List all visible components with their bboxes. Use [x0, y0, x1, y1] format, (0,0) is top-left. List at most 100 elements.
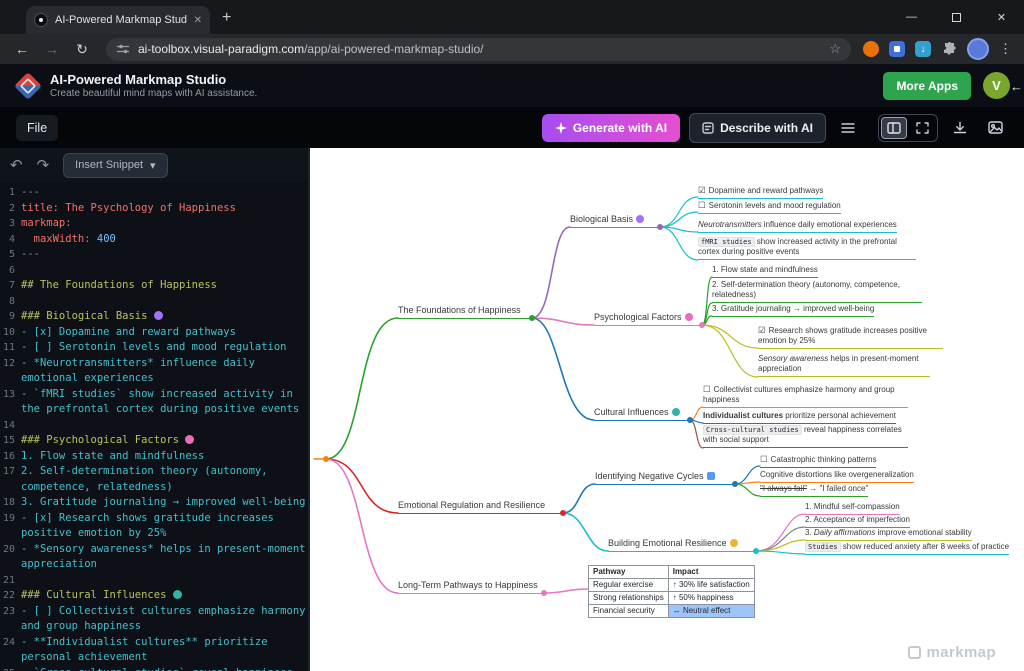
- editor-line[interactable]: 5---: [0, 247, 308, 263]
- extension-icon-orange[interactable]: [863, 41, 879, 57]
- map-leaf-serotonin[interactable]: ☐Serotonin levels and mood regulation: [698, 200, 841, 214]
- editor-line[interactable]: 25- `Cross-cultural studies` reveal happ…: [0, 666, 308, 671]
- editor-line[interactable]: 10- [x] Dopamine and reward pathways: [0, 325, 308, 341]
- editor-line[interactable]: 12- *Neurotransmitters* influence daily …: [0, 356, 308, 387]
- map-node-cultural-influences[interactable]: Cultural Influences: [594, 407, 690, 421]
- url-text[interactable]: ai-toolbox.visual-paradigm.com/app/ai-po…: [138, 42, 821, 56]
- map-leaf-fmri[interactable]: fMRI studies show increased activity in …: [698, 237, 916, 260]
- mindmap-panel[interactable]: The Foundations of Happiness Emotional R…: [310, 148, 1024, 671]
- map-leaf-dopamine[interactable]: ☑Dopamine and reward pathways: [698, 185, 823, 199]
- generate-with-ai-button[interactable]: Generate with AI: [542, 114, 680, 142]
- back-button[interactable]: ←: [10, 37, 34, 61]
- map-leaf-flow[interactable]: 1. Flow state and mindfulness: [712, 265, 818, 278]
- fullscreen-button[interactable]: [909, 117, 935, 139]
- map-leaf-self-determination[interactable]: 2. Self-determination theory (autonomy, …: [712, 280, 922, 303]
- file-menu-button[interactable]: File: [16, 115, 58, 141]
- maximize-icon: [952, 13, 961, 22]
- editor-line[interactable]: 9### Biological Basis: [0, 309, 308, 325]
- editor-line[interactable]: 161. Flow state and mindfulness: [0, 449, 308, 465]
- site-settings-icon[interactable]: [116, 42, 130, 56]
- map-node-foundations[interactable]: The Foundations of Happiness: [398, 305, 532, 319]
- browser-tab[interactable]: AI-Powered Markmap Studio ✕: [26, 6, 210, 34]
- leaf-text: Dopamine and reward pathways: [709, 186, 824, 195]
- map-leaf-affirmations[interactable]: 3. Daily affirmations improve emotional …: [805, 528, 972, 541]
- more-apps-button[interactable]: More Apps: [883, 72, 971, 100]
- editor-line[interactable]: 21: [0, 573, 308, 589]
- user-avatar[interactable]: V: [983, 72, 1010, 99]
- browser-menu-icon[interactable]: ⋮: [999, 41, 1012, 57]
- download-button[interactable]: [947, 116, 973, 140]
- extensions-puzzle-icon[interactable]: [941, 41, 957, 57]
- new-tab-button[interactable]: +: [222, 9, 231, 27]
- map-leaf-neurotransmitters[interactable]: Neurotransmitters influence daily emotio…: [698, 220, 897, 233]
- checkbox-checked-icon[interactable]: ☑: [698, 185, 706, 195]
- checkbox-checked-icon[interactable]: ☑: [758, 325, 766, 335]
- editor-line[interactable]: 23- [ ] Collectivist cultures emphasize …: [0, 604, 308, 635]
- editor-line[interactable]: 183. Gratitude journaling → improved wel…: [0, 495, 308, 511]
- map-leaf-reframe[interactable]: "I always fail" → "I failed once": [760, 484, 868, 497]
- map-leaf-acceptance[interactable]: 2. Acceptance of imperfection: [805, 515, 910, 528]
- map-leaf-studies[interactable]: Studies show reduced anxiety after 8 wee…: [805, 542, 1009, 555]
- forward-button[interactable]: →: [40, 37, 64, 61]
- reload-button[interactable]: ↻: [70, 37, 94, 61]
- code-editor[interactable]: 1---2title: The Psychology of Happiness3…: [0, 182, 308, 671]
- map-leaf-distortions[interactable]: Cognitive distortions like overgeneraliz…: [760, 470, 914, 483]
- editor-line[interactable]: 7## The Foundations of Happiness: [0, 278, 308, 294]
- minimize-button[interactable]: —: [889, 0, 934, 34]
- editor-line[interactable]: 20- *Sensory awareness* helps in present…: [0, 542, 308, 573]
- editor-line[interactable]: 6: [0, 263, 308, 279]
- editor-line[interactable]: 13- `fMRI studies` show increased activi…: [0, 387, 308, 418]
- editor-line[interactable]: 19- [x] Research shows gratitude increas…: [0, 511, 308, 542]
- download-icon: [953, 121, 967, 135]
- undo-button[interactable]: ↶: [10, 156, 23, 174]
- map-leaf-sensory[interactable]: Sensory awareness helps in present-momen…: [758, 354, 930, 377]
- map-node-circle-root[interactable]: [323, 456, 329, 462]
- redo-button[interactable]: ↷: [37, 156, 50, 174]
- map-leaf-individualist[interactable]: Individualist cultures prioritize person…: [703, 411, 896, 424]
- map-node-psychological-factors[interactable]: Psychological Factors: [594, 312, 702, 326]
- insert-snippet-button[interactable]: Insert Snippet ▾: [63, 153, 167, 178]
- maximize-button[interactable]: [934, 0, 979, 34]
- checkbox-unchecked-icon[interactable]: ☐: [703, 384, 711, 394]
- outline-view-button[interactable]: [835, 116, 861, 140]
- browser-profile-avatar[interactable]: [967, 38, 989, 60]
- url-path: /app/ai-powered-markmap-studio/: [304, 42, 483, 56]
- bookmark-star-icon[interactable]: ☆: [829, 41, 841, 57]
- collapse-panel-arrow-icon[interactable]: ←: [1010, 79, 1023, 94]
- close-button[interactable]: ✕: [979, 0, 1024, 34]
- map-node-emotional[interactable]: Emotional Regulation and Resilience: [398, 500, 563, 514]
- editor-line[interactable]: 4 maxWidth: 400: [0, 232, 308, 248]
- map-node-biological-basis[interactable]: Biological Basis: [570, 214, 660, 228]
- map-node-longterm[interactable]: Long-Term Pathways to Happiness: [398, 580, 544, 594]
- editor-line[interactable]: 24- **Individualist cultures** prioritiz…: [0, 635, 308, 666]
- checkbox-unchecked-icon[interactable]: ☐: [698, 200, 706, 210]
- describe-with-ai-button[interactable]: Describe with AI: [689, 113, 826, 143]
- editor-line[interactable]: 172. Self-determination theory (autonomy…: [0, 464, 308, 495]
- map-leaf-gratitude[interactable]: 3. Gratitude journaling → improved well-…: [712, 304, 874, 317]
- tab-close-icon[interactable]: ✕: [194, 15, 202, 26]
- editor-line[interactable]: 1---: [0, 185, 308, 201]
- editor-line[interactable]: 14: [0, 418, 308, 434]
- code-text: 2. Self-determination theory (autonomy, …: [21, 464, 307, 495]
- map-leaf-collectivist[interactable]: ☐Collectivist cultures emphasize harmony…: [703, 384, 908, 408]
- editor-line[interactable]: 15### Psychological Factors: [0, 433, 308, 449]
- address-input[interactable]: ai-toolbox.visual-paradigm.com/app/ai-po…: [106, 38, 851, 61]
- editor-line[interactable]: 3markmap:: [0, 216, 308, 232]
- split-view-button[interactable]: [881, 117, 907, 139]
- map-leaf-crosscultural[interactable]: Cross-cultural studies reveal happiness …: [703, 425, 908, 448]
- export-image-button[interactable]: [982, 116, 1008, 140]
- extension-icon-blue[interactable]: [889, 41, 905, 57]
- map-leaf-catastrophic[interactable]: ☐Catastrophic thinking patterns: [760, 454, 876, 468]
- map-node-negative-cycles[interactable]: Identifying Negative Cycles: [595, 471, 735, 485]
- map-leaf-selfcompassion[interactable]: 1. Mindful self-compassion: [805, 502, 900, 515]
- editor-line[interactable]: 22### Cultural Influences: [0, 588, 308, 604]
- code-text: maxWidth: 400: [21, 232, 307, 248]
- map-node-resilience[interactable]: Building Emotional Resilience: [608, 538, 756, 552]
- editor-line[interactable]: 2title: The Psychology of Happiness: [0, 201, 308, 217]
- checkbox-unchecked-icon[interactable]: ☐: [760, 454, 768, 464]
- leaf-text: 3. Gratitude journaling → improved well-…: [712, 304, 874, 313]
- editor-line[interactable]: 11- [ ] Serotonin levels and mood regula…: [0, 340, 308, 356]
- download-status-icon[interactable]: ↓: [915, 41, 931, 57]
- editor-line[interactable]: 8: [0, 294, 308, 310]
- map-leaf-research[interactable]: ☑Research shows gratitude increases posi…: [758, 325, 943, 349]
